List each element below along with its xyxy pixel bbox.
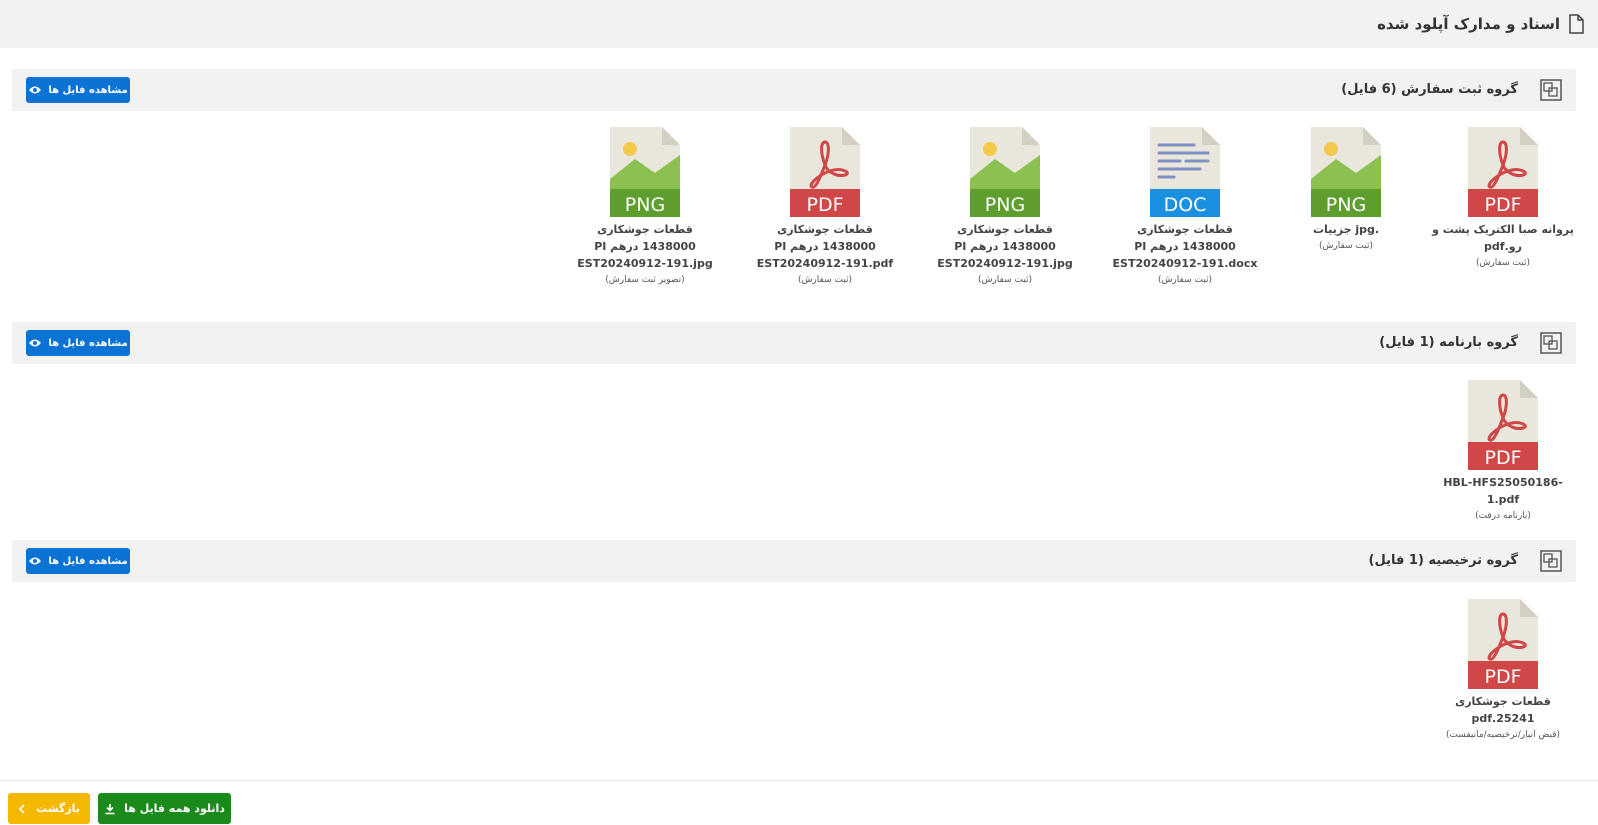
file-item[interactable]: PDF قطعات جوشکاری 1438000 درهم PI EST202…: [750, 127, 900, 289]
group-header-clearance: گروه ترخیصیه (1 فایل) مشاهده فایل ها: [12, 540, 1576, 582]
document-icon: [1569, 14, 1584, 34]
pdf-file-icon: PDF: [1468, 380, 1538, 470]
file-category: (ثبت سفارش): [797, 275, 853, 285]
download-all-label: دانلود همه فایل ها: [124, 802, 225, 815]
pdf-file-icon: PDF: [1468, 127, 1538, 217]
svg-text:PNG: PNG: [625, 194, 665, 216]
svg-text:PNG: PNG: [1326, 194, 1366, 216]
file-category: (تصویر ثبت سفارش): [605, 275, 685, 285]
file-item[interactable]: PNG .jpg جزییات (ثبت سفارش): [1271, 127, 1421, 255]
group-icon: [1540, 550, 1562, 572]
back-label: بازگشت: [36, 802, 80, 815]
file-name: پروانه صبا الکتریک پشت و رو.pdf: [1432, 223, 1574, 253]
view-files-button[interactable]: مشاهده فایل ها: [26, 77, 130, 103]
file-item[interactable]: PDF قطعات جوشکاری 25241.pdf (قبض انبار/ت…: [1428, 599, 1578, 744]
file-name: HBL-HFS25050186-1.pdf: [1443, 476, 1563, 506]
file-category: (ثبت سفارش): [1157, 275, 1213, 285]
group-icon: [1540, 332, 1562, 354]
group-header-order-registration: گروه ثبت سفارش (6 فایل) مشاهده فایل ها: [12, 69, 1576, 111]
file-name: قطعات جوشکاری 1438000 درهم PI EST2024091…: [756, 223, 894, 270]
eye-icon: [29, 557, 42, 565]
eye-icon: [29, 339, 42, 347]
download-all-button[interactable]: دانلود همه فایل ها: [98, 793, 231, 824]
svg-text:PDF: PDF: [806, 194, 843, 216]
group-header-bill-of-lading: گروه بارنامه (1 فایل) مشاهده فایل ها: [12, 322, 1576, 364]
view-files-button[interactable]: مشاهده فایل ها: [26, 330, 130, 356]
file-item[interactable]: PDF پروانه صبا الکتریک پشت و رو.pdf (ثبت…: [1428, 127, 1578, 272]
svg-text:PNG: PNG: [985, 194, 1025, 216]
file-category: (ثبت سفارش): [1475, 258, 1531, 268]
file-item[interactable]: PDF HBL-HFS25050186-1.pdf (بارنامه درفت): [1428, 380, 1578, 525]
file-name: قطعات جوشکاری 1438000 درهم PI EST2024091…: [577, 223, 713, 270]
file-name: قطعات جوشکاری 1438000 درهم PI EST2024091…: [937, 223, 1073, 270]
file-name: قطعات جوشکاری 25241.pdf: [1455, 695, 1551, 725]
chevron-left-icon: [18, 803, 25, 814]
eye-icon: [29, 86, 42, 94]
file-item[interactable]: PNG قطعات جوشکاری 1438000 درهم PI EST202…: [930, 127, 1080, 289]
group-icon: [1540, 79, 1562, 101]
file-name: .jpg جزییات: [1312, 223, 1380, 236]
doc-file-icon: DOC: [1150, 127, 1220, 217]
svg-text:DOC: DOC: [1164, 194, 1207, 216]
pdf-file-icon: PDF: [1468, 599, 1538, 689]
page-title: اسناد و مدارک آپلود شده: [1377, 15, 1560, 33]
png-file-icon: PNG: [970, 127, 1040, 217]
page-header: اسناد و مدارک آپلود شده: [0, 0, 1598, 48]
file-category: (ثبت سفارش): [977, 275, 1033, 285]
download-icon: [105, 803, 115, 814]
file-category: (ثبت سفارش): [1318, 241, 1374, 251]
png-file-icon: PNG: [1311, 127, 1381, 217]
pdf-file-icon: PDF: [790, 127, 860, 217]
view-files-label: مشاهده فایل ها: [48, 337, 128, 349]
view-files-label: مشاهده فایل ها: [48, 555, 128, 567]
file-item[interactable]: DOC قطعات جوشکاری 1438000 درهم PI EST202…: [1110, 127, 1260, 289]
group-title: گروه ترخیصیه (1 فایل): [1368, 553, 1518, 568]
footer-bar: دانلود همه فایل ها بازگشت: [0, 780, 1598, 825]
view-files-button[interactable]: مشاهده فایل ها: [26, 548, 130, 574]
file-category: (بارنامه درفت): [1475, 511, 1531, 521]
svg-text:PDF: PDF: [1484, 447, 1521, 469]
back-button[interactable]: بازگشت: [8, 793, 90, 824]
file-name: قطعات جوشکاری 1438000 درهم PI EST2024091…: [1112, 223, 1258, 270]
file-category: (قبض انبار/ترخیصیه/مانیفست): [1445, 730, 1561, 740]
svg-text:PDF: PDF: [1484, 194, 1521, 216]
view-files-label: مشاهده فایل ها: [48, 84, 128, 96]
png-file-icon: PNG: [610, 127, 680, 217]
group-title: گروه ثبت سفارش (6 فایل): [1341, 82, 1518, 97]
group-title: گروه بارنامه (1 فایل): [1379, 335, 1518, 350]
svg-text:PDF: PDF: [1484, 666, 1521, 688]
file-item[interactable]: PNG قطعات جوشکاری 1438000 درهم PI EST202…: [570, 127, 720, 289]
